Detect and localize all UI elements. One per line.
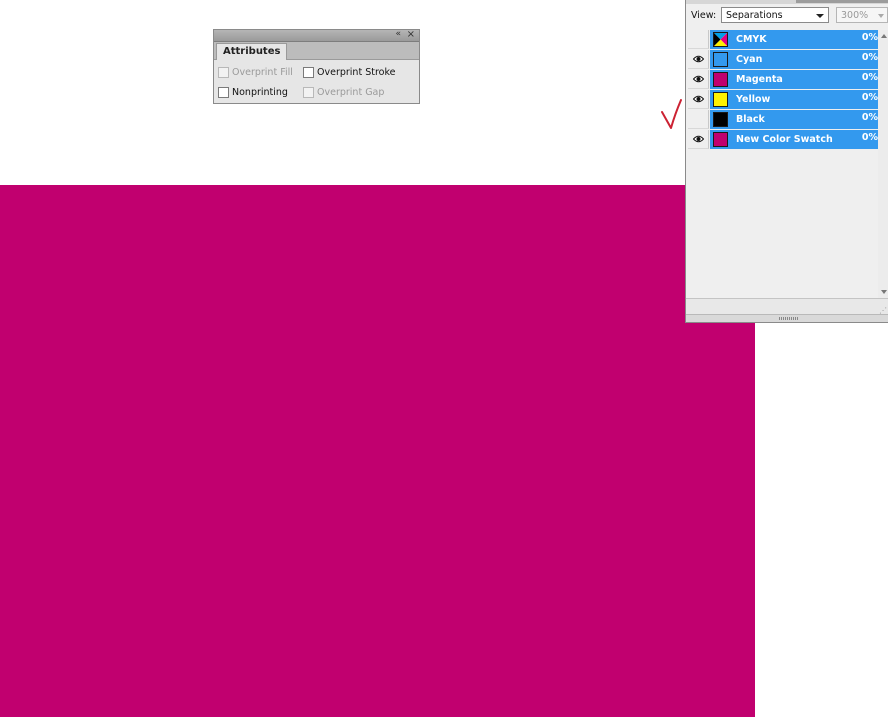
- swatch-icon: [713, 72, 728, 87]
- separation-name: New Color Swatch: [736, 134, 833, 145]
- attributes-panel-titlebar[interactable]: « ×: [214, 29, 419, 42]
- separation-row-body[interactable]: Magenta 0%: [710, 70, 878, 89]
- visibility-toggle[interactable]: [688, 50, 709, 69]
- panel-tab-edge: [796, 0, 888, 3]
- separation-row[interactable]: Yellow 0%: [686, 90, 878, 110]
- eye-icon: [693, 75, 704, 83]
- overprint-stroke-checkbox[interactable]: [303, 67, 314, 78]
- separation-percent: 0%: [861, 32, 878, 43]
- zoom-dropdown[interactable]: 300%: [836, 7, 888, 23]
- separation-name: Yellow: [736, 94, 771, 105]
- separations-preview-panel: View: Separations 300% CMYK 0% Cyan 0% M…: [685, 0, 888, 323]
- visibility-toggle[interactable]: [688, 90, 709, 109]
- visibility-toggle[interactable]: [688, 110, 709, 129]
- panel-footer: ⋰: [686, 298, 888, 315]
- magenta-rectangle[interactable]: [0, 185, 755, 717]
- overprint-fill-label: Overprint Fill: [232, 67, 293, 78]
- zoom-value: 300%: [841, 10, 869, 21]
- eye-icon: [693, 95, 704, 103]
- grip-icon[interactable]: [779, 317, 799, 320]
- overprint-gap-option: Overprint Gap: [303, 87, 384, 98]
- separation-row[interactable]: CMYK 0%: [686, 30, 878, 50]
- separation-row-body[interactable]: Black 0%: [710, 110, 878, 129]
- nonprinting-label: Nonprinting: [232, 87, 288, 98]
- separation-percent: 0%: [861, 72, 878, 83]
- swatch-icon: [713, 132, 728, 147]
- vertical-scrollbar[interactable]: [878, 30, 888, 298]
- separation-percent: 0%: [861, 92, 878, 103]
- separation-row[interactable]: New Color Swatch 0%: [686, 130, 878, 150]
- view-dropdown-value: Separations: [726, 10, 783, 21]
- overprint-gap-checkbox[interactable]: [303, 87, 314, 98]
- separation-row[interactable]: Black 0%: [686, 110, 878, 130]
- separation-name: Black: [736, 114, 765, 125]
- tab-attributes[interactable]: Attributes: [216, 43, 288, 60]
- swatch-icon: [713, 92, 728, 107]
- separation-row[interactable]: Magenta 0%: [686, 70, 878, 90]
- attributes-panel: « × Attributes Overprint Fill Overprint …: [213, 29, 420, 104]
- overprint-fill-checkbox[interactable]: [218, 67, 229, 78]
- overprint-gap-label: Overprint Gap: [317, 87, 385, 98]
- separation-name: Magenta: [736, 74, 783, 85]
- collapse-icon[interactable]: «: [395, 29, 401, 40]
- check-mark-icon: [661, 99, 682, 129]
- overprint-fill-option: Overprint Fill: [218, 67, 293, 78]
- separation-row-body[interactable]: Cyan 0%: [710, 50, 878, 69]
- nonprinting-checkbox[interactable]: [218, 87, 229, 98]
- view-dropdown[interactable]: Separations: [721, 7, 829, 23]
- scroll-up-icon[interactable]: [881, 34, 887, 38]
- chevron-down-icon: [816, 14, 824, 18]
- panel-collapse-strip[interactable]: [686, 314, 888, 322]
- separations-list: CMYK 0% Cyan 0% Magenta 0% Yellow 0% Bla…: [686, 30, 878, 150]
- chevron-down-icon: [878, 14, 884, 18]
- visibility-toggle[interactable]: [688, 70, 709, 89]
- separation-percent: 0%: [861, 52, 878, 63]
- scroll-down-icon[interactable]: [881, 290, 887, 294]
- visibility-toggle[interactable]: [688, 130, 709, 149]
- cmyk-swatch-icon: [713, 32, 728, 47]
- nonprinting-option: Nonprinting: [218, 87, 288, 98]
- separation-row-body[interactable]: New Color Swatch 0%: [710, 130, 878, 149]
- eye-icon: [693, 135, 704, 143]
- visibility-toggle[interactable]: [688, 30, 709, 49]
- separation-row[interactable]: Cyan 0%: [686, 50, 878, 70]
- separation-name: Cyan: [736, 54, 763, 65]
- separation-percent: 0%: [861, 132, 878, 143]
- attributes-tabstrip: Attributes: [214, 42, 419, 60]
- eye-icon: [693, 55, 704, 63]
- separation-row-body[interactable]: CMYK 0%: [710, 30, 878, 49]
- separation-name: CMYK: [736, 34, 767, 45]
- attributes-body: Overprint Fill Overprint Stroke Nonprint…: [214, 60, 419, 104]
- separation-percent: 0%: [861, 112, 878, 123]
- overprint-stroke-label: Overprint Stroke: [317, 67, 396, 78]
- swatch-icon: [713, 52, 728, 67]
- separation-row-body[interactable]: Yellow 0%: [710, 90, 878, 109]
- close-icon[interactable]: ×: [407, 29, 415, 40]
- view-label: View:: [691, 10, 717, 21]
- swatch-icon: [713, 112, 728, 127]
- overprint-stroke-option: Overprint Stroke: [303, 67, 395, 78]
